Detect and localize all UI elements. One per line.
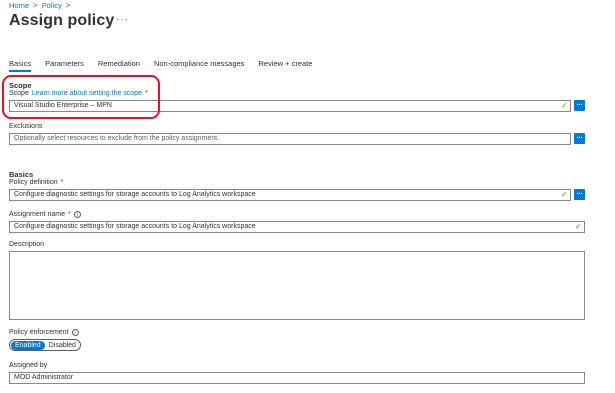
breadcrumb-policy[interactable]: Policy [42, 1, 62, 10]
info-icon[interactable]: i [71, 329, 79, 336]
policy-definition-browse-button[interactable]: ... [574, 189, 585, 200]
more-options-button[interactable]: ··· [116, 14, 129, 25]
tab-basics[interactable]: Basics [9, 59, 32, 72]
assignment-name-label-row: Assignment name * i [9, 211, 81, 218]
tab-remediation[interactable]: Remediation [98, 59, 140, 72]
breadcrumb-separator: > [33, 1, 38, 10]
exclusions-label: Exclusions [9, 123, 43, 130]
assigned-by-label: Assigned by [9, 362, 48, 369]
checkmark-icon: ✓ [561, 101, 568, 110]
page-title: Assign policy [9, 12, 115, 29]
scope-highlight-annotation [2, 75, 160, 119]
assignment-name-field[interactable]: Configure diagnostic settings for storag… [9, 221, 585, 233]
enforcement-disabled-option[interactable]: Disabled [45, 341, 80, 350]
tab-non-compliance-messages[interactable]: Non-compliance messages [154, 59, 244, 72]
info-icon[interactable]: i [73, 211, 81, 218]
assignment-name-label: Assignment name [9, 211, 66, 218]
scope-browse-button[interactable]: ... [574, 100, 585, 111]
policy-enforcement-toggle: Enabled Disabled [9, 339, 81, 351]
required-indicator: * [60, 179, 64, 186]
policy-enforcement-label-row: Policy enforcement i [9, 329, 79, 336]
tab-review-create[interactable]: Review + create [258, 59, 312, 72]
breadcrumb-separator: > [65, 1, 71, 10]
assigned-by-field[interactable]: MOD Administrator [9, 372, 585, 384]
policy-definition-field[interactable]: Configure diagnostic settings for storag… [9, 189, 571, 201]
checkmark-icon: ✓ [575, 222, 582, 231]
required-indicator: * [68, 211, 71, 218]
exclusions-browse-button[interactable]: ... [574, 133, 585, 144]
breadcrumb: Home > Policy > [9, 1, 70, 10]
checkmark-icon: ✓ [561, 190, 568, 199]
description-textarea[interactable] [9, 251, 585, 320]
basics-heading: Basics [9, 170, 34, 179]
policy-enforcement-label: Policy enforcement [9, 329, 69, 336]
policy-definition-label: Policy definition [9, 179, 58, 186]
description-label: Description [9, 241, 45, 248]
exclusions-field[interactable]: Optionally select resources to exclude f… [9, 133, 571, 145]
policy-definition-label-row: Policy definition * [9, 179, 63, 186]
breadcrumb-home[interactable]: Home [9, 1, 29, 10]
tab-bar: Basics Parameters Remediation Non-compli… [9, 59, 326, 72]
tab-parameters[interactable]: Parameters [45, 59, 84, 72]
enforcement-enabled-option[interactable]: Enabled [11, 340, 45, 350]
